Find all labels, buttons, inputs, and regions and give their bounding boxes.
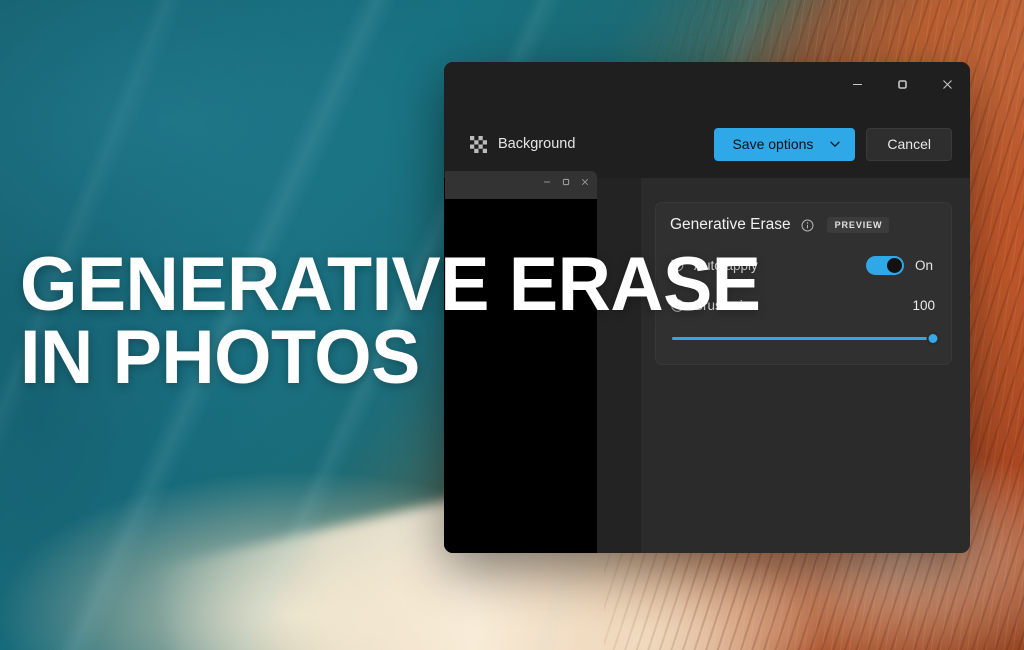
save-options-button[interactable]: Save options [714,127,856,161]
command-bar: Background Save options Cancel [444,110,970,178]
inner-minimize-button[interactable] [538,173,555,190]
auto-apply-state-label: On [915,257,934,273]
minimize-button[interactable] [835,62,880,106]
restore-button[interactable] [880,62,925,106]
inner-restore-button[interactable] [557,173,574,190]
cancel-label: Cancel [887,136,931,152]
brush-size-value: 100 [912,297,935,313]
save-options-label: Save options [732,136,814,152]
overlay-title: GENERATIVE ERASE IN PHOTOS [20,242,783,400]
window-title-bar [444,62,970,110]
overlay-title-line-1: GENERATIVE ERASE [20,242,761,327]
overlay-title-line-2: IN PHOTOS [20,314,420,400]
preview-badge: PREVIEW [826,217,890,233]
checkerboard-icon [470,135,487,153]
background-tool-label: Background [498,136,576,152]
window-controls [835,62,970,106]
inner-close-button[interactable] [576,173,593,190]
background-tool-chip[interactable]: Background [470,135,576,153]
slider-thumb[interactable] [926,332,940,345]
inner-sub-window-title-bar [445,171,597,199]
chevron-down-icon[interactable] [829,138,841,150]
card-header: Generative Erase PREVIEW [670,216,935,234]
screenshot-stage: Background Save options Cancel Generativ… [0,0,1024,650]
close-button[interactable] [925,62,970,106]
toggle-knob [887,257,902,273]
info-icon[interactable] [801,219,814,232]
auto-apply-toggle[interactable] [866,255,904,275]
cancel-button[interactable]: Cancel [866,127,952,161]
inner-window-controls [538,173,593,190]
generative-erase-title: Generative Erase [670,216,791,233]
